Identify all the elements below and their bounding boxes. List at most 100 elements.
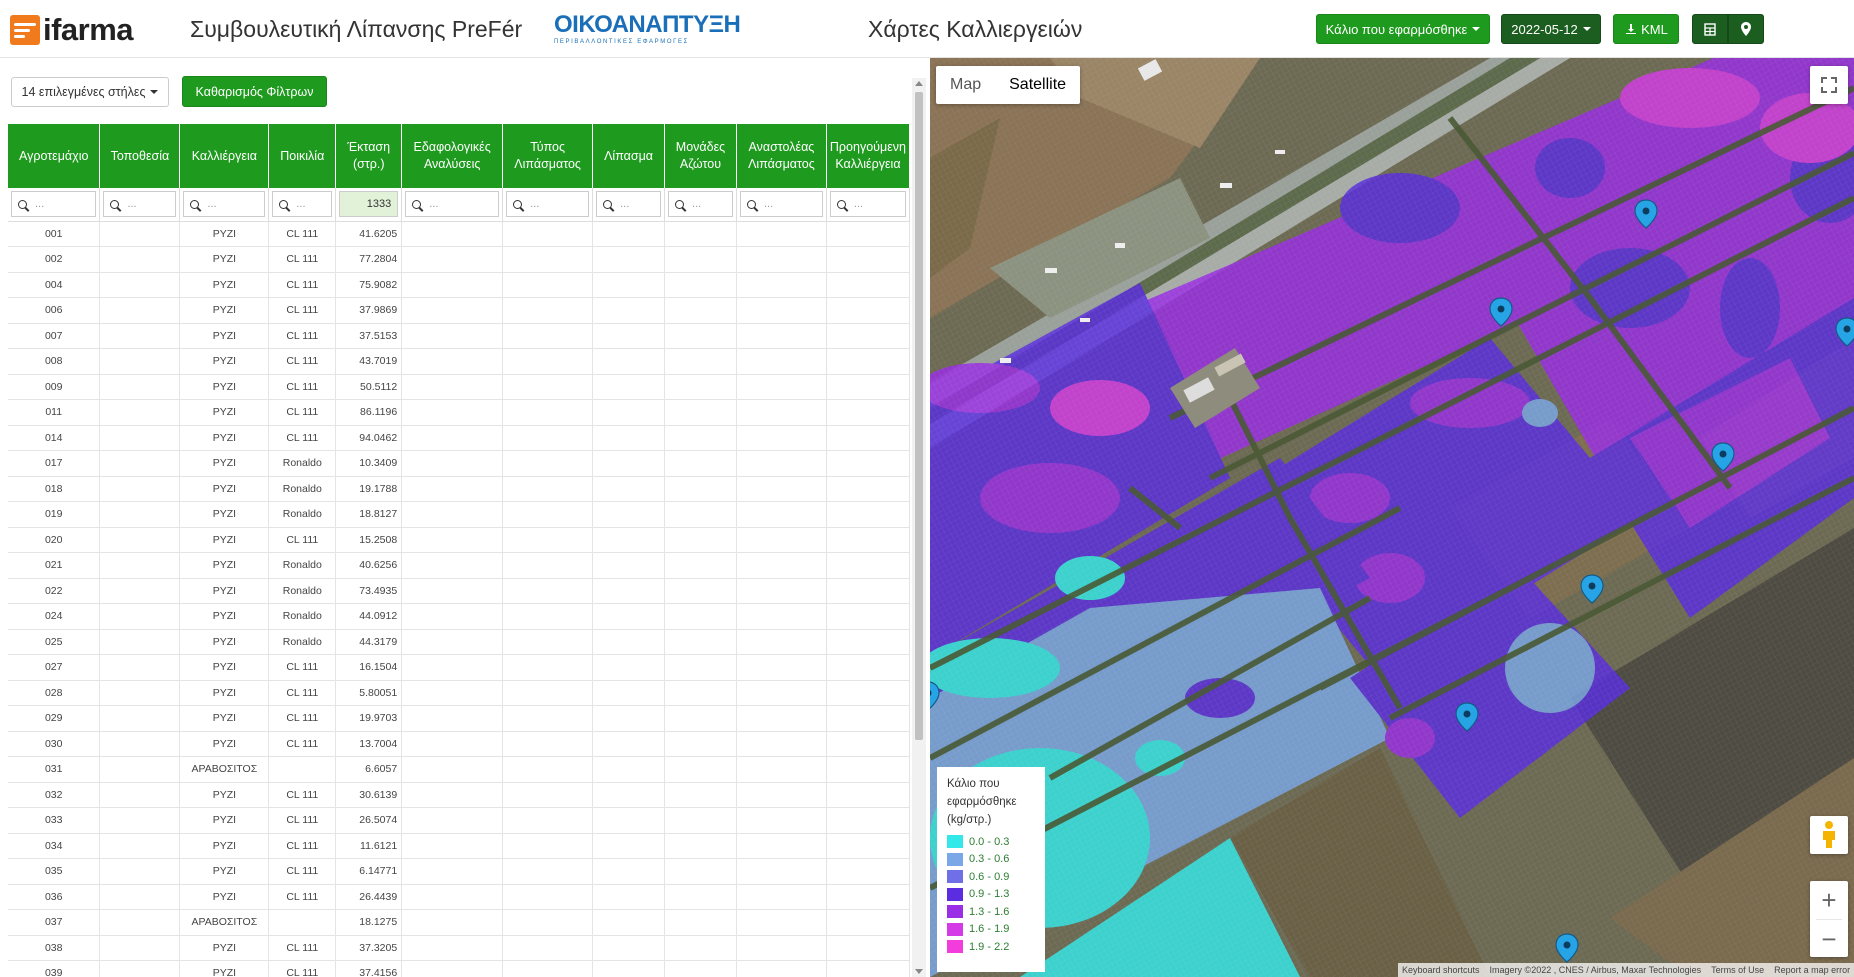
- crop-search-input[interactable]: ...: [183, 191, 266, 218]
- table-scrollbar[interactable]: [912, 78, 926, 977]
- table-row[interactable]: 007 ΡΥΖΙ CL 111 37.5153: [8, 323, 910, 349]
- crop-cell: ΡΥΖΙ: [179, 705, 270, 732]
- table-row[interactable]: 039 ΡΥΖΙ CL 111 37.4156: [8, 960, 910, 977]
- clear-filters-button[interactable]: Καθαρισμός Φίλτρων: [182, 76, 327, 107]
- col-header-parcel[interactable]: Αγροτεμάχιο: [8, 124, 101, 188]
- nitrogen-units-search-input[interactable]: ...: [668, 191, 733, 218]
- layer-select-button[interactable]: Κάλιο που εφαρμόσθηκε: [1316, 14, 1490, 44]
- table-row[interactable]: 031 ΑΡΑΒΟΣΙΤΟΣ 6.6057: [8, 756, 910, 783]
- table-row[interactable]: 036 ΡΥΖΙ CL 111 26.4439: [8, 884, 910, 910]
- fields-table-grid: Αγροτεμάχιο Τοποθεσία Καλλιέργεια Ποικιλ…: [8, 124, 910, 977]
- map-type-map-button[interactable]: Map: [936, 66, 995, 104]
- parcel-cell: 014: [8, 425, 101, 451]
- col-header-fertilizer[interactable]: Λίπασμα: [592, 124, 666, 188]
- map-type-satellite-button[interactable]: Satellite: [995, 66, 1080, 104]
- table-row[interactable]: 004 ΡΥΖΙ CL 111 75.9082: [8, 272, 910, 298]
- col-header-area[interactable]: Έκταση (στρ.): [335, 124, 403, 188]
- partner-logo: ΟΙΚΟΑΝΑΠΤΥΞΗ ΠΕΡΙΒΑΛΛΟΝΤΙΚΕΣ ΕΦΑΡΜΟΓΕΣ: [554, 11, 741, 48]
- empty-cell: [401, 654, 504, 681]
- empty-cell: [592, 246, 666, 273]
- parcel-search-input[interactable]: ...: [11, 191, 97, 218]
- fullscreen-button[interactable]: [1810, 66, 1848, 104]
- crop-cell: ΡΥΖΙ: [179, 297, 270, 324]
- empty-cell: [401, 552, 504, 579]
- col-header-inhibitor[interactable]: Αναστολέας Λιπάσματος: [736, 124, 827, 188]
- variety-cell: [268, 756, 337, 783]
- scrollbar-thumb[interactable]: [915, 92, 923, 740]
- scroll-up-icon[interactable]: [915, 81, 923, 86]
- table-row[interactable]: 006 ΡΥΖΙ CL 111 37.9869: [8, 297, 910, 324]
- fertilizer-search-input[interactable]: ...: [596, 191, 662, 218]
- table-row[interactable]: 008 ΡΥΖΙ CL 111 43.7019: [8, 348, 910, 375]
- col-header-previous-crop[interactable]: Προηγούμενη Καλλιέργεια: [826, 124, 910, 188]
- area-cell: 26.5074: [335, 807, 403, 834]
- street-view-pegman[interactable]: [1810, 816, 1848, 854]
- table-row[interactable]: 029 ΡΥΖΙ CL 111 19.9703: [8, 705, 910, 732]
- table-row[interactable]: 011 ΡΥΖΙ CL 111 86.1196: [8, 399, 910, 426]
- table-row[interactable]: 002 ΡΥΖΙ CL 111 77.2804: [8, 246, 910, 273]
- empty-cell: [502, 476, 594, 502]
- table-row[interactable]: 038 ΡΥΖΙ CL 111 37.3205: [8, 935, 910, 961]
- partner-logo-text: ΟΙΚΟΑΝΑΠΤΥΞΗ: [554, 11, 741, 38]
- columns-filter-dropdown[interactable]: 14 επιλεγμένες στήλες: [11, 77, 169, 107]
- crop-cell: ΡΥΖΙ: [179, 680, 270, 706]
- table-row[interactable]: 028 ΡΥΖΙ CL 111 5.80051: [8, 680, 910, 706]
- ifarma-logo[interactable]: ifarma: [10, 12, 134, 48]
- location-cell: [99, 603, 181, 630]
- table-row[interactable]: 027 ΡΥΖΙ CL 111 16.1504: [8, 654, 910, 681]
- empty-cell: [736, 654, 827, 681]
- table-row[interactable]: 017 ΡΥΖΙ Ronaldo 10.3409: [8, 450, 910, 477]
- previous-crop-search-input[interactable]: ...: [829, 191, 906, 218]
- table-row[interactable]: 030 ΡΥΖΙ CL 111 13.7004: [8, 731, 910, 757]
- table-row[interactable]: 022 ΡΥΖΙ Ronaldo 73.4935: [8, 578, 910, 604]
- map-view-button[interactable]: [1728, 14, 1764, 44]
- table-row[interactable]: 021 ΡΥΖΙ Ronaldo 40.6256: [8, 552, 910, 579]
- table-row[interactable]: 018 ΡΥΖΙ Ronaldo 19.1788: [8, 476, 910, 502]
- satellite-map[interactable]: [930, 58, 1854, 977]
- empty-cell: [736, 501, 827, 528]
- legend-label: 0.6 - 0.9: [969, 870, 1010, 883]
- table-row[interactable]: 034 ΡΥΖΙ CL 111 11.6121: [8, 833, 910, 859]
- table-row[interactable]: 009 ΡΥΖΙ CL 111 50.5112: [8, 374, 910, 400]
- col-header-soil-analyses[interactable]: Εδαφολογικές Αναλύσεις: [401, 124, 504, 188]
- col-header-fertilizer-type[interactable]: Τύπος Λιπάσματος: [502, 124, 594, 188]
- table-row[interactable]: 019 ΡΥΖΙ Ronaldo 18.8127: [8, 501, 910, 528]
- col-header-crop[interactable]: Καλλιέργεια: [179, 124, 270, 188]
- crop-cell: ΡΥΖΙ: [179, 374, 270, 400]
- col-header-nitrogen-units[interactable]: Μονάδες Αζώτου: [664, 124, 737, 188]
- legend-item: 0.9 - 1.3: [947, 886, 1035, 904]
- empty-cell: [736, 884, 827, 910]
- table-row[interactable]: 001 ΡΥΖΙ CL 111 41.6205: [8, 221, 910, 247]
- empty-cell: [826, 909, 910, 936]
- crop-cell: ΡΥΖΙ: [179, 807, 270, 834]
- col-header-variety[interactable]: Ποικιλία: [268, 124, 337, 188]
- table-row[interactable]: 025 ΡΥΖΙ Ronaldo 44.3179: [8, 629, 910, 655]
- table-view-button[interactable]: [1692, 14, 1728, 44]
- table-row[interactable]: 020 ΡΥΖΙ CL 111 15.2508: [8, 527, 910, 553]
- col-header-location[interactable]: Τοποθεσία: [99, 124, 181, 188]
- table-row[interactable]: 032 ΡΥΖΙ CL 111 30.6139: [8, 782, 910, 808]
- parcel-cell: 007: [8, 323, 101, 349]
- report-map-error-link[interactable]: Report a map error: [1774, 965, 1850, 975]
- map-marker-icon: [1741, 22, 1751, 36]
- inhibitor-search-input[interactable]: ...: [739, 191, 823, 218]
- terms-of-use-link[interactable]: Terms of Use: [1711, 965, 1764, 975]
- date-select-button[interactable]: 2022-05-12: [1501, 14, 1601, 44]
- zoom-control: + −: [1810, 881, 1848, 957]
- table-row[interactable]: 014 ΡΥΖΙ CL 111 94.0462: [8, 425, 910, 451]
- location-search-input[interactable]: ...: [103, 191, 177, 218]
- table-row[interactable]: 033 ΡΥΖΙ CL 111 26.5074: [8, 807, 910, 834]
- table-row[interactable]: 035 ΡΥΖΙ CL 111 6.14771: [8, 858, 910, 885]
- table-row[interactable]: 037 ΑΡΑΒΟΣΙΤΟΣ 18.1275: [8, 909, 910, 936]
- fertilizer-type-search-input[interactable]: ...: [506, 191, 590, 218]
- soil-analyses-search-input[interactable]: ...: [405, 191, 500, 218]
- zoom-in-button[interactable]: +: [1810, 881, 1848, 919]
- keyboard-shortcuts-link[interactable]: Keyboard shortcuts: [1402, 965, 1480, 975]
- zoom-out-button[interactable]: −: [1810, 920, 1848, 958]
- location-cell: [99, 807, 181, 834]
- variety-search-input[interactable]: ...: [272, 191, 333, 218]
- table-row[interactable]: 024 ΡΥΖΙ Ronaldo 44.0912: [8, 603, 910, 630]
- location-cell: [99, 450, 181, 477]
- scroll-down-icon[interactable]: [915, 969, 923, 974]
- kml-download-button[interactable]: KML: [1613, 14, 1679, 44]
